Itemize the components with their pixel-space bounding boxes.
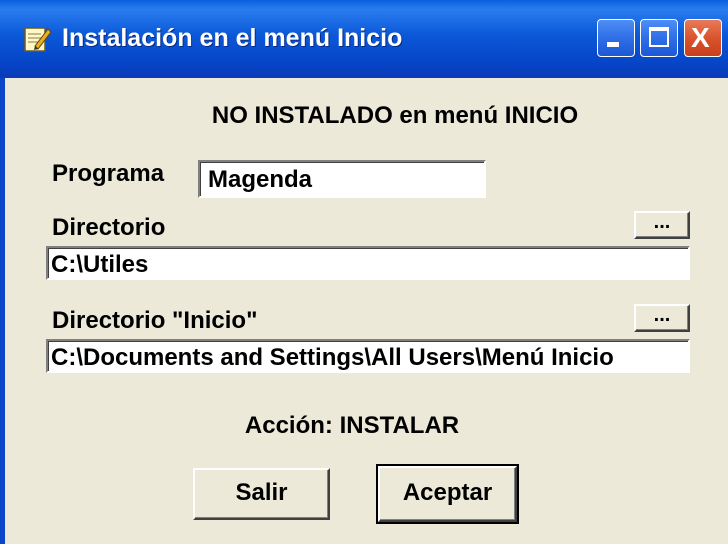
dialog-window: Instalación en el menú Inicio X NO INSTA… xyxy=(0,0,728,544)
browse-directorio-button[interactable]: ... xyxy=(634,211,690,239)
close-button[interactable]: X xyxy=(684,19,722,57)
directorio-inicio-field[interactable]: C:\Documents and Settings\All Users\Menú… xyxy=(46,339,690,373)
notepad-pencil-icon xyxy=(24,27,52,52)
window-border xyxy=(0,78,5,544)
window-title: Instalación en el menú Inicio xyxy=(62,24,403,52)
title-bar[interactable]: Instalación en el menú Inicio X xyxy=(0,0,728,78)
salir-button[interactable]: Salir xyxy=(193,468,330,520)
directorio-label: Directorio xyxy=(52,214,166,241)
minimize-icon xyxy=(607,42,619,47)
browse-directorio-inicio-button[interactable]: ... xyxy=(634,304,690,332)
programa-label: Programa xyxy=(52,160,165,187)
directorio-field[interactable]: C:\Utiles xyxy=(46,246,690,280)
minimize-button[interactable] xyxy=(597,19,635,57)
maximize-button[interactable] xyxy=(640,19,678,57)
accion-text: Acción: INSTALAR xyxy=(244,412,460,439)
directorio-inicio-label: Directorio "Inicio" xyxy=(52,307,258,334)
maximize-icon xyxy=(649,27,669,47)
close-icon: X xyxy=(691,22,710,53)
programa-field[interactable]: Magenda xyxy=(198,160,486,198)
aceptar-button[interactable]: Aceptar xyxy=(376,464,519,524)
install-status-text: NO INSTALADO en menú INICIO xyxy=(211,102,579,129)
